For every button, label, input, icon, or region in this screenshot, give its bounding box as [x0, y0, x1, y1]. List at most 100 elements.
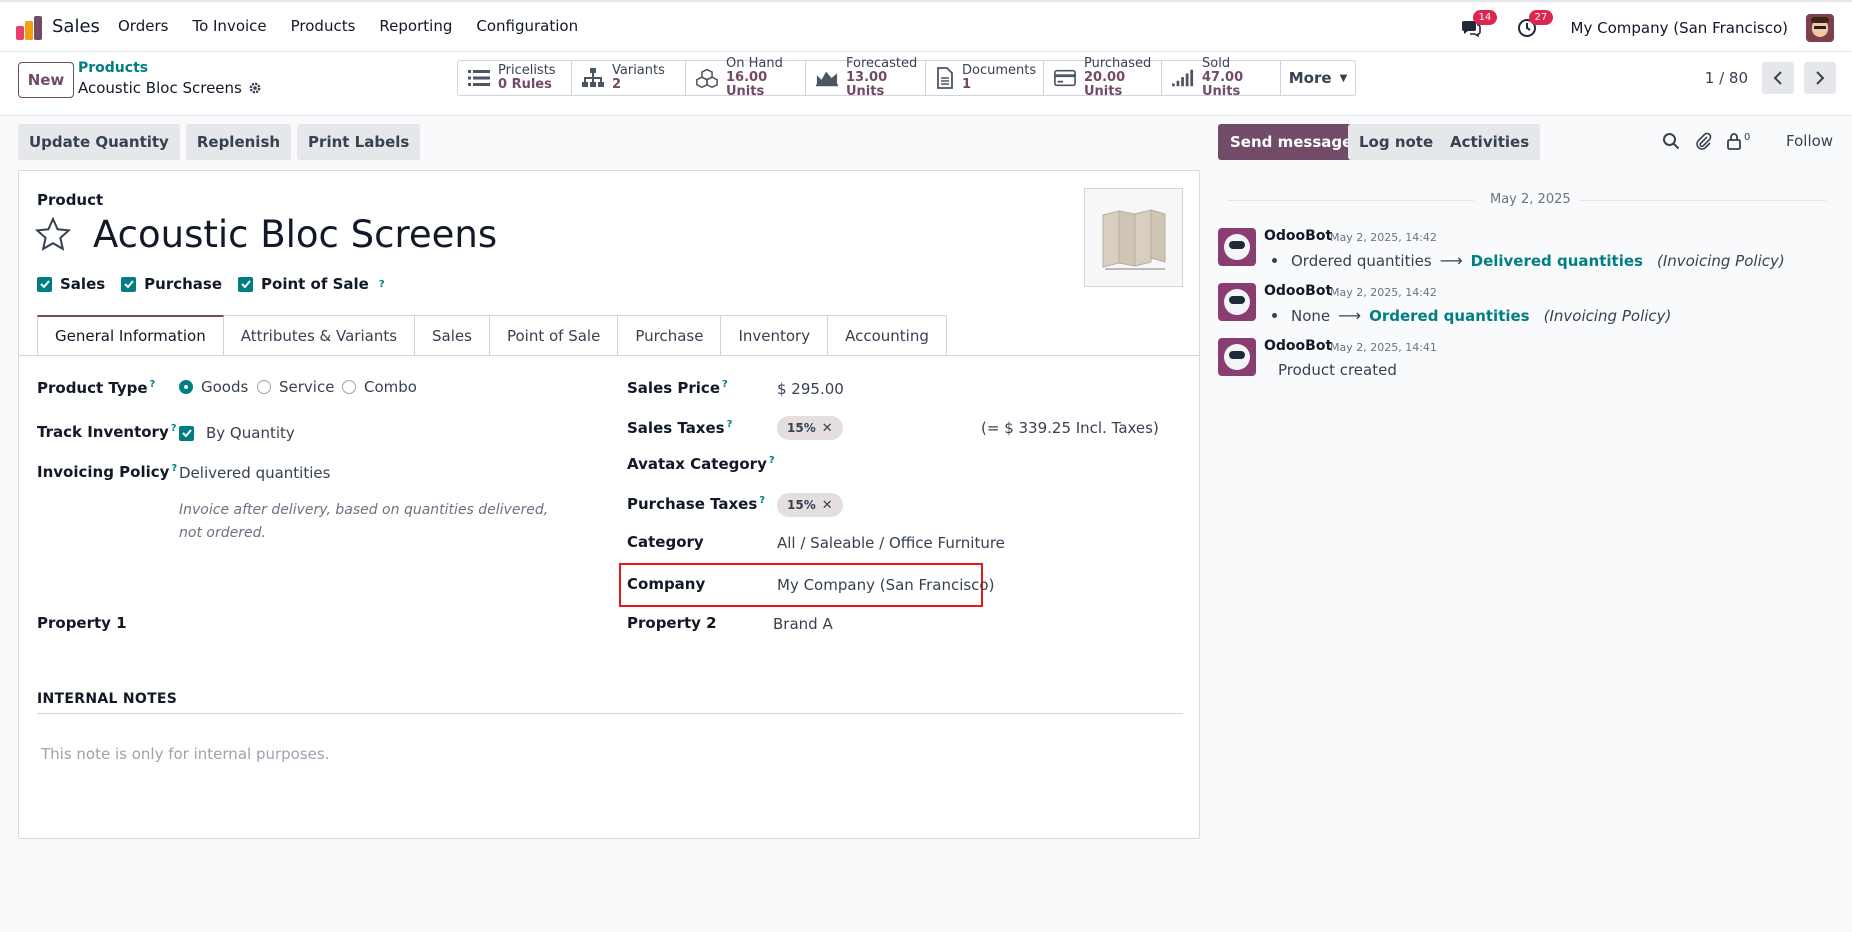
- help-tooltip-icon[interactable]: ?: [150, 379, 156, 390]
- remove-tag-icon[interactable]: ✕: [822, 421, 833, 436]
- messages-button[interactable]: 14: [1459, 10, 1498, 40]
- menu-reporting[interactable]: Reporting: [379, 17, 452, 35]
- pager-previous-button[interactable]: [1762, 62, 1794, 94]
- print-labels-button[interactable]: Print Labels: [297, 124, 421, 160]
- help-tooltip-icon[interactable]: ?: [171, 463, 177, 474]
- smart-button-pricelists[interactable]: Pricelists 0 Rules: [458, 61, 572, 95]
- help-tooltip-icon[interactable]: ?: [759, 495, 765, 506]
- bullet-icon: [1272, 313, 1277, 318]
- sales-price-field[interactable]: $ 295.00: [777, 380, 844, 398]
- star-icon[interactable]: [35, 217, 71, 251]
- help-tooltip-icon[interactable]: ?: [769, 455, 775, 466]
- replenish-button[interactable]: Replenish: [185, 124, 292, 160]
- radio-combo[interactable]: Combo: [342, 378, 417, 396]
- tabs-divider: [19, 355, 1199, 356]
- tab-inventory[interactable]: Inventory: [721, 315, 829, 356]
- send-message-button[interactable]: Send message: [1218, 124, 1365, 160]
- tracking-value: Ordered quantities ⟶ Delivered quantitie…: [1272, 251, 1785, 270]
- product-image[interactable]: [1084, 188, 1183, 287]
- tracking-new-value: Delivered quantities: [1470, 251, 1643, 270]
- track-inventory-checkbox[interactable]: By Quantity: [179, 424, 295, 442]
- category-field[interactable]: All / Saleable / Office Furniture: [777, 534, 1005, 552]
- odoobot-avatar[interactable]: [1218, 283, 1256, 321]
- radio-service[interactable]: Service: [257, 378, 334, 396]
- tab-attributes-variants[interactable]: Attributes & Variants: [223, 315, 416, 356]
- smart-button-value: 20.00 Units: [1084, 70, 1126, 99]
- tab-general-information[interactable]: General Information: [37, 315, 224, 356]
- new-button[interactable]: New: [18, 62, 74, 98]
- radio-empty-icon: [342, 380, 356, 394]
- log-note-button[interactable]: Log note: [1348, 124, 1445, 160]
- smart-button-label: Forecasted: [846, 56, 918, 71]
- search-icon[interactable]: [1662, 132, 1680, 150]
- tab-point-of-sale[interactable]: Point of Sale: [489, 315, 619, 356]
- pager-value[interactable]: 1 / 80: [1705, 69, 1748, 87]
- menu-to-invoice[interactable]: To Invoice: [192, 17, 266, 35]
- message-author[interactable]: OdooBot: [1264, 228, 1332, 244]
- file-icon: [936, 67, 954, 89]
- smart-button-sold[interactable]: Sold 47.00 Units: [1162, 57, 1281, 99]
- product-name[interactable]: Acoustic Bloc Screens: [93, 213, 497, 256]
- sales-price-label: Sales Price?: [627, 379, 728, 397]
- remove-tag-icon[interactable]: ✕: [822, 498, 833, 513]
- purchase-tax-tag-label: 15%: [787, 498, 816, 512]
- sales-tax-tag[interactable]: 15% ✕: [777, 416, 843, 440]
- update-quantity-button[interactable]: Update Quantity: [18, 124, 180, 160]
- follow-button[interactable]: Follow: [1786, 132, 1833, 150]
- company-field[interactable]: My Company (San Francisco): [777, 576, 994, 594]
- odoobot-avatar[interactable]: [1218, 338, 1256, 376]
- purchase-taxes-label: Purchase Taxes?: [627, 495, 765, 513]
- point-of-sale-checkbox[interactable]: Point of Sale?: [238, 275, 385, 293]
- more-label: More: [1288, 69, 1332, 87]
- company-switcher[interactable]: My Company (San Francisco): [1571, 19, 1788, 37]
- purchase-taxes-label-text: Purchase Taxes: [627, 495, 758, 513]
- breadcrumb-current: Acoustic Bloc Screens: [78, 79, 262, 97]
- menu-configuration[interactable]: Configuration: [476, 17, 578, 35]
- paperclip-icon[interactable]: [1694, 132, 1712, 150]
- internal-notes-editor[interactable]: This note is only for internal purposes.: [41, 745, 329, 763]
- followers-button[interactable]: 0: [1726, 132, 1750, 150]
- help-tooltip-icon[interactable]: ?: [171, 423, 177, 434]
- tab-accounting[interactable]: Accounting: [828, 315, 947, 356]
- invoicing-policy-field[interactable]: Delivered quantities: [179, 464, 330, 482]
- chatter-icons: 0: [1662, 132, 1750, 150]
- avatax-category-field[interactable]: [777, 449, 1117, 475]
- breadcrumb-products[interactable]: Products: [78, 60, 148, 76]
- smart-button-variants[interactable]: Variants 2: [572, 61, 686, 95]
- menu-products[interactable]: Products: [291, 17, 356, 35]
- user-lock-icon: [1727, 133, 1741, 150]
- tab-purchase[interactable]: Purchase: [618, 315, 722, 356]
- radio-goods[interactable]: Goods: [179, 378, 248, 396]
- smart-button-forecasted[interactable]: Forecasted 13.00 Units: [806, 57, 926, 99]
- user-avatar[interactable]: [1806, 14, 1834, 42]
- help-tooltip-icon[interactable]: ?: [727, 419, 733, 430]
- smart-button-value: 2: [612, 77, 622, 92]
- tab-sales[interactable]: Sales: [415, 315, 490, 356]
- pager-next-button[interactable]: [1804, 62, 1836, 94]
- property2-field[interactable]: Brand A: [773, 615, 833, 633]
- app-logo-icon[interactable]: [16, 16, 42, 40]
- list-icon: [468, 67, 490, 89]
- help-tooltip-icon[interactable]: ?: [722, 379, 728, 390]
- sales-checkbox[interactable]: Sales: [37, 275, 105, 293]
- more-button[interactable]: More ▼: [1281, 61, 1355, 95]
- gear-icon[interactable]: [248, 81, 262, 95]
- app-name[interactable]: Sales: [52, 16, 100, 37]
- checkmark-icon: [179, 425, 194, 441]
- odoobot-avatar[interactable]: [1218, 228, 1256, 266]
- menu-orders[interactable]: Orders: [118, 17, 168, 35]
- message-author[interactable]: OdooBot: [1264, 283, 1332, 299]
- activities-button[interactable]: 27: [1515, 10, 1554, 40]
- smart-button-documents[interactable]: Documents 1: [926, 61, 1044, 95]
- smart-button-on-hand[interactable]: On Hand 16.00 Units: [686, 57, 806, 99]
- smart-button-purchased[interactable]: Purchased 20.00 Units: [1044, 57, 1162, 99]
- product-flags: Sales Purchase Point of Sale?: [37, 275, 385, 293]
- invoicing-policy-hint: Invoice after delivery, based on quantit…: [179, 502, 549, 541]
- activities-count-badge: 27: [1528, 10, 1554, 25]
- purchase-checkbox[interactable]: Purchase: [121, 275, 222, 293]
- smart-button-label: Pricelists: [498, 63, 556, 78]
- activities-button-chatter[interactable]: Activities: [1439, 124, 1541, 160]
- purchase-tax-tag[interactable]: 15% ✕: [777, 493, 843, 517]
- help-tooltip-icon[interactable]: ?: [379, 279, 385, 290]
- message-author[interactable]: OdooBot: [1264, 338, 1332, 354]
